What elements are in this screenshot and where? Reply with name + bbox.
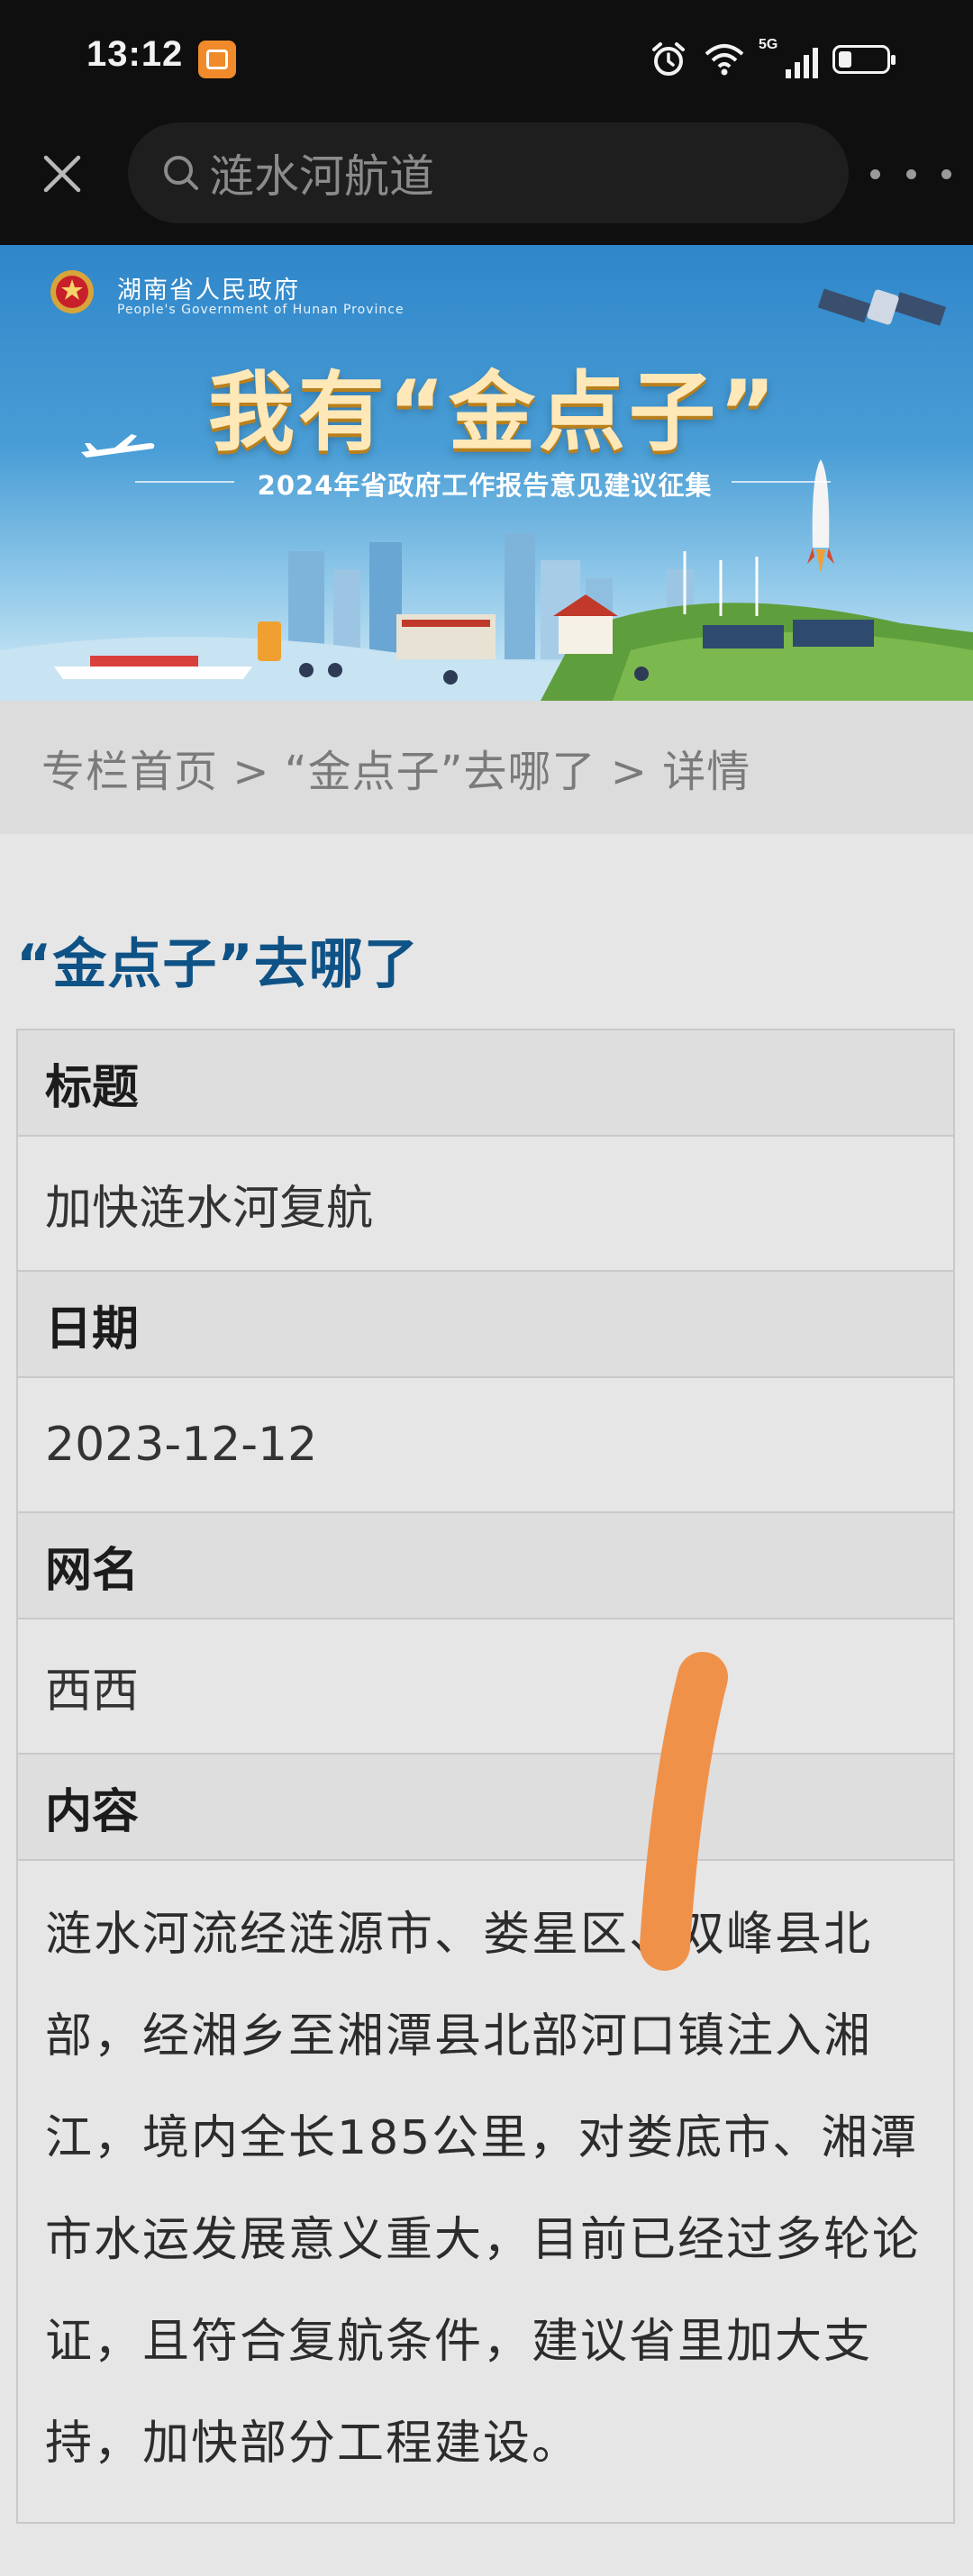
title-value: 加快涟水河复航 <box>18 1137 953 1272</box>
close-icon <box>43 155 81 193</box>
national-emblem-icon <box>50 270 94 313</box>
orange-scribble-mark <box>640 1652 728 1971</box>
more-dot-icon <box>941 168 951 179</box>
more-dot-icon <box>905 168 916 179</box>
more-options-button[interactable] <box>870 151 951 196</box>
signal-icon: 5G <box>759 37 818 78</box>
gov-subtitle: People's Government of Hunan Province <box>117 303 405 317</box>
battery-icon <box>832 45 896 74</box>
network-type: 5G <box>759 37 778 52</box>
alarm-icon <box>652 42 685 76</box>
satellite-icon <box>817 288 947 326</box>
content-value: 涟水河流经涟源市、娄星区、双峰县北部，经湘乡至湘潭县北部河口镇注入湘江，境内全长… <box>18 1861 953 2522</box>
name-value: 西西 <box>18 1619 953 1755</box>
city-skyline-illustration <box>0 533 973 701</box>
status-time: 13:12 <box>86 34 184 74</box>
search-icon <box>164 156 198 190</box>
breadcrumb: 专栏首页 > “金点子”去哪了 > 详情 <box>0 701 973 834</box>
detail-table: 标题 加快涟水河复航 日期 2023-12-12 网名 西西 内容 涟水河流经涟… <box>16 1029 955 2524</box>
search-query: 涟水河航道 <box>209 150 434 203</box>
status-icons: 5G <box>649 36 896 83</box>
wifi-icon <box>705 44 744 76</box>
app-notification-icon <box>198 41 236 78</box>
banner-subtitle: 2024年省政府工作报告意见建议征集 <box>257 470 713 501</box>
name-label: 网名 <box>18 1513 953 1619</box>
airplane-icon <box>81 434 155 458</box>
title-label: 标题 <box>18 1030 953 1137</box>
banner-headline: 我有“金点子” <box>207 362 780 463</box>
gov-title: 湖南省人民政府 <box>117 277 300 304</box>
banner-divider <box>732 481 831 483</box>
date-label: 日期 <box>18 1272 953 1378</box>
breadcrumb-text[interactable]: 专栏首页 > “金点子”去哪了 > 详情 <box>41 736 750 799</box>
section-title: “金点子”去哪了 <box>16 933 419 996</box>
content-label: 内容 <box>18 1755 953 1861</box>
more-dot-icon <box>870 168 880 179</box>
search-box[interactable]: 涟水河航道 <box>128 122 849 223</box>
close-button[interactable] <box>32 144 92 204</box>
date-value: 2023-12-12 <box>18 1378 953 1513</box>
campaign-banner[interactable]: 湖南省人民政府 People's Government of Hunan Pro… <box>0 245 973 701</box>
